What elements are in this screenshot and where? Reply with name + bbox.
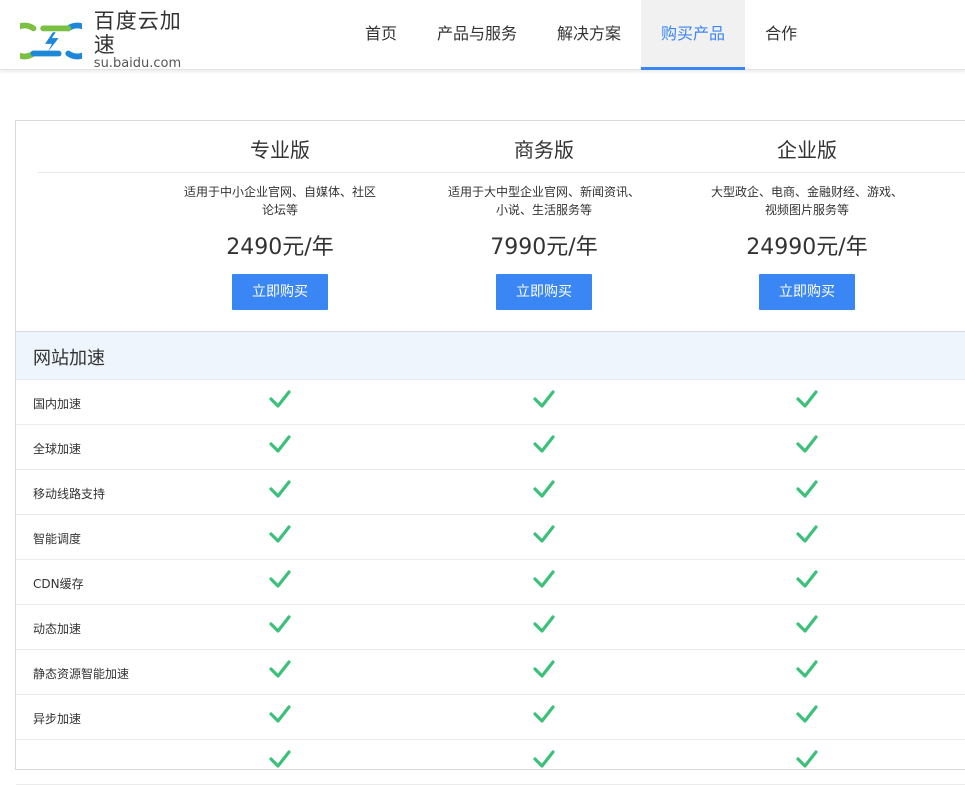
plan-description: 适用于大中型企业官网、新闻资讯、 小说、生活服务等: [434, 183, 654, 219]
plan-desc-line: 适用于中小企业官网、自媒体、社区: [183, 185, 376, 199]
nav-cooperation[interactable]: 合作: [745, 0, 817, 70]
feature-label: 静态资源智能加速: [33, 667, 130, 681]
plan-name: 企业版: [777, 138, 837, 162]
checkmark-icon: [533, 525, 555, 543]
checkmark-icon: [269, 750, 291, 768]
logo-domain: su.baidu.com: [93, 56, 182, 71]
checkmark-icon: [796, 615, 818, 633]
feature-label: 全球加速: [33, 442, 82, 456]
main-nav: 首页 产品与服务 解决方案 购买产品 合作: [345, 0, 817, 70]
plan-headers: 专业版 适用于中小企业官网、自媒体、社区 论坛等 2490元/年 立即购买 商务…: [16, 121, 965, 331]
checkmark-icon: [796, 570, 818, 588]
checkmark-icon: [533, 570, 555, 588]
feature-label: CDN缓存: [33, 577, 84, 591]
buy-now-button-professional[interactable]: 立即购买: [232, 274, 328, 310]
checkmark-icon: [269, 570, 291, 588]
feature-row: 静态资源智能加速: [16, 650, 965, 695]
checkmark-icon: [796, 660, 818, 678]
section-title: 网站加速: [33, 348, 105, 369]
plan-divider: [38, 172, 965, 173]
checkmark-icon: [796, 705, 818, 723]
feature-row: 智能调度: [16, 515, 965, 560]
plan-desc-line: 小说、生活服务等: [495, 203, 592, 217]
nav-solutions[interactable]: 解决方案: [537, 0, 641, 70]
plan-name: 专业版: [250, 138, 310, 162]
feature-label: 移动线路支持: [33, 487, 106, 501]
feature-row: 全球加速: [16, 425, 965, 470]
feature-row: 动态加速: [16, 605, 965, 650]
checkmark-icon: [533, 750, 555, 768]
plan-price: 7990元/年: [490, 235, 598, 260]
plan-desc-line: 大型政企、电商、金融财经、游戏、: [710, 185, 903, 199]
checkmark-icon: [533, 615, 555, 633]
checkmark-icon: [796, 525, 818, 543]
feature-row: 异步加速: [16, 695, 965, 740]
checkmark-icon: [533, 660, 555, 678]
feature-rows: 国内加速全球加速移动线路支持 智能调度 CDN缓存动态加速静态资源智能加速 异步加速: [16, 380, 965, 785]
checkmark-icon: [533, 705, 555, 723]
site-header: 百度云加速 su.baidu.com 首页 产品与服务 解决方案 购买产品 合作: [0, 0, 965, 71]
checkmark-icon: [269, 390, 291, 408]
checkmark-icon: [269, 480, 291, 498]
nav-home[interactable]: 首页: [345, 0, 417, 70]
plan-desc-line: 适用于大中型企业官网、新闻资讯、: [447, 185, 640, 199]
feature-label: 异步加速: [33, 712, 82, 726]
checkmark-icon: [533, 390, 555, 408]
feature-label: 动态加速: [33, 622, 82, 636]
plan-price: 2490元/年: [226, 235, 334, 260]
plan-name: 商务版: [514, 138, 574, 162]
nav-products-services[interactable]: 产品与服务: [417, 0, 537, 70]
plan-description: 大型政企、电商、金融财经、游戏、 视频图片服务等: [697, 183, 917, 219]
checkmark-icon: [269, 705, 291, 723]
plan-desc-line: 视频图片服务等: [764, 203, 849, 217]
nav-buy-products[interactable]: 购买产品: [641, 0, 746, 70]
checkmark-icon: [269, 525, 291, 543]
buy-now-button-business[interactable]: 立即购买: [496, 274, 592, 310]
feature-label: 智能调度: [33, 532, 82, 546]
feature-row: [16, 740, 965, 785]
site-logo[interactable]: 百度云加速 su.baidu.com: [20, 9, 200, 71]
pricing-table: 专业版 适用于中小企业官网、自媒体、社区 论坛等 2490元/年 立即购买 商务…: [15, 120, 965, 785]
checkmark-icon: [796, 480, 818, 498]
feature-row: CDN缓存: [16, 560, 965, 605]
feature-row: 移动线路支持: [16, 470, 965, 515]
checkmark-icon: [269, 435, 291, 453]
checkmark-icon: [269, 660, 291, 678]
plan-description: 适用于中小企业官网、自媒体、社区 论坛等: [170, 183, 390, 219]
feature-label: 国内加速: [33, 397, 82, 411]
checkmark-icon: [796, 750, 818, 768]
checkmark-icon: [796, 390, 818, 408]
checkmark-icon: [533, 435, 555, 453]
section-header: 网站加速: [16, 331, 965, 380]
checkmark-icon: [269, 615, 291, 633]
logo-name: 百度云加速: [93, 9, 182, 57]
plan-desc-line: 论坛等: [261, 203, 298, 217]
cloud-logo-icon: [20, 22, 82, 60]
checkmark-icon: [533, 480, 555, 498]
plan-price: 24990元/年: [746, 235, 868, 260]
buy-now-button-enterprise[interactable]: 立即购买: [759, 274, 855, 310]
feature-row: 国内加速: [16, 380, 965, 425]
checkmark-icon: [796, 435, 818, 453]
